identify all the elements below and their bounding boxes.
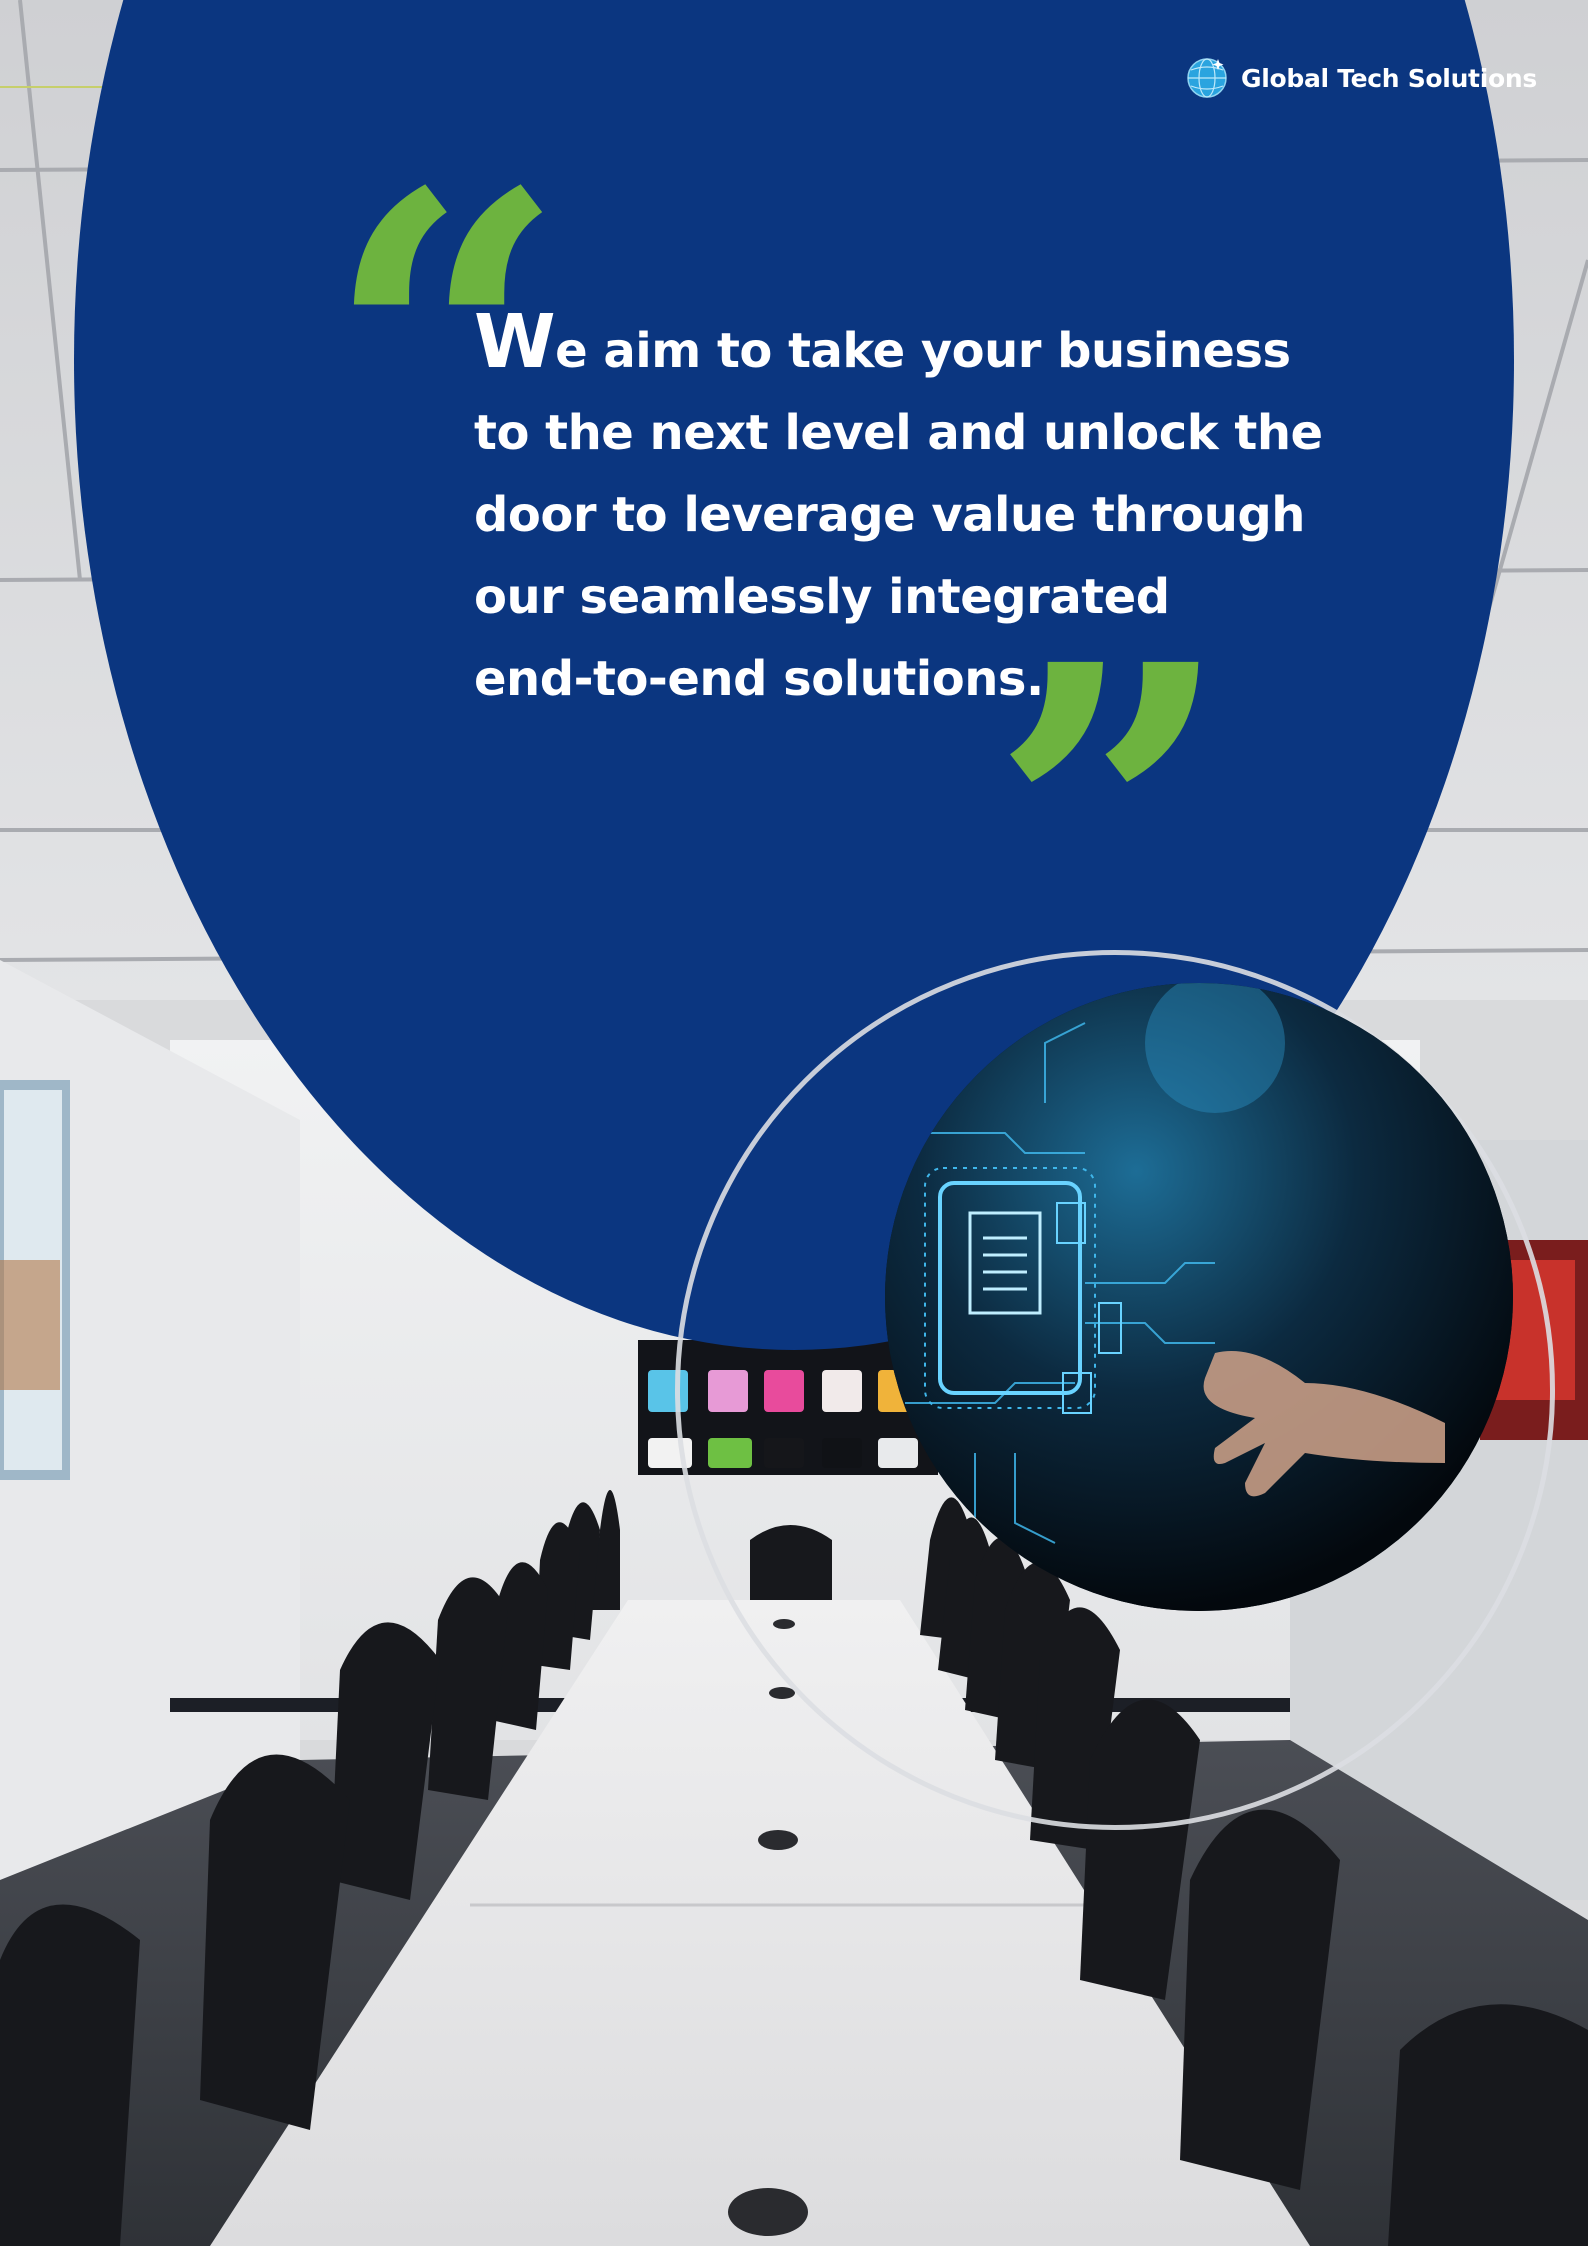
quote-line: We aim to take your business [474,299,1291,385]
digital-technology-photo [885,983,1513,1611]
brand-name: Global Tech Solutions [1241,63,1537,93]
globe-logo-icon [1187,58,1227,98]
quote-dropcap: W [474,299,556,385]
quote-line: door to leverage value through [474,487,1305,543]
quote-line: to the next level and unlock the [474,405,1323,461]
brand-logo: Global Tech Solutions [1185,56,1537,100]
